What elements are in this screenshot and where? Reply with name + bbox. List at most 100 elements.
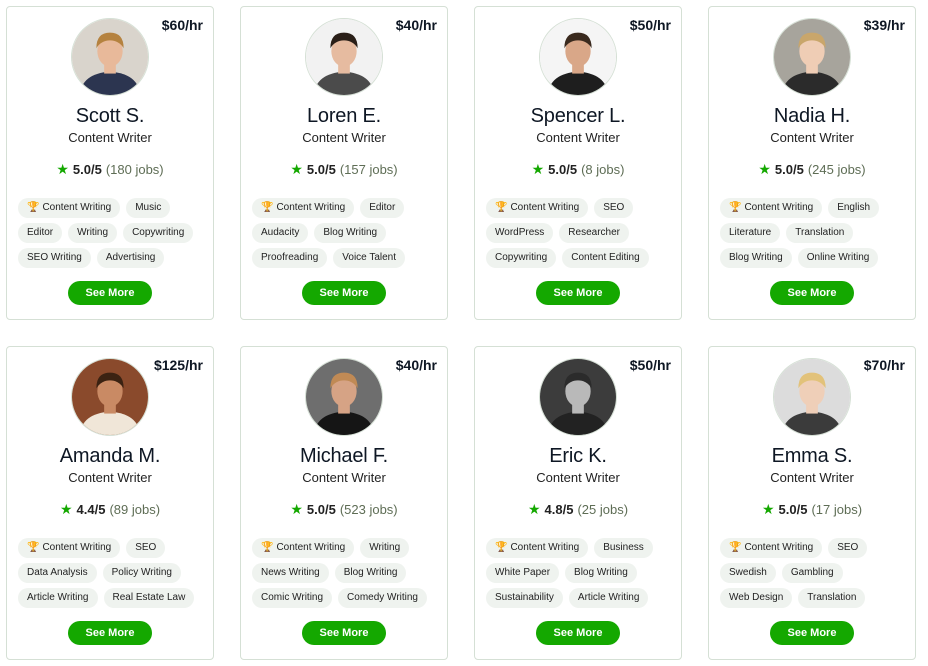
see-more-button[interactable]: See More xyxy=(536,621,620,645)
skill-tag[interactable]: 🏆 Content Writing xyxy=(720,537,823,558)
skill-tag[interactable]: Literature xyxy=(720,222,781,243)
skill-tag-label: Article Writing xyxy=(577,592,640,603)
skill-tag-label: Writing xyxy=(369,542,401,553)
skill-tag[interactable]: Online Writing xyxy=(797,247,879,268)
skill-tag[interactable]: Blog Writing xyxy=(314,222,387,243)
skill-tag[interactable]: Blog Writing xyxy=(720,247,792,268)
avatar[interactable] xyxy=(305,358,383,436)
skill-tag-label: Real Estate Law xyxy=(112,592,186,603)
avatar[interactable] xyxy=(773,18,851,96)
avatar[interactable] xyxy=(539,18,617,96)
skill-tag[interactable]: Proofreading xyxy=(252,247,328,268)
skill-tag[interactable]: Editor xyxy=(18,222,63,243)
avatar[interactable] xyxy=(71,18,149,96)
tag-row: Proofreading Voice Talent xyxy=(252,245,438,270)
freelancer-name[interactable]: Eric K. xyxy=(475,445,681,468)
freelancer-name[interactable]: Scott S. xyxy=(7,105,213,128)
skill-tag[interactable]: Music xyxy=(126,197,171,218)
freelancer-name[interactable]: Loren E. xyxy=(241,105,447,128)
skill-tag[interactable]: Editor xyxy=(360,197,405,218)
freelancer-name[interactable]: Spencer L. xyxy=(475,105,681,128)
skill-tag[interactable]: Real Estate Law xyxy=(103,587,195,608)
avatar[interactable] xyxy=(539,358,617,436)
skill-tag[interactable]: 🏆 Content Writing xyxy=(252,537,355,558)
skill-tag[interactable]: Web Design xyxy=(720,587,793,608)
skill-tag[interactable]: 🏆 Content Writing xyxy=(486,197,589,218)
rating-score: 4.8/5 xyxy=(544,502,574,517)
freelancer-card[interactable]: $39/hr Nadia H. Content Writer ★ 5.0/5 (24… xyxy=(708,6,916,320)
rating: ★ 5.0/5 (245 jobs) xyxy=(709,161,915,178)
freelancer-name[interactable]: Nadia H. xyxy=(709,105,915,128)
skill-tag[interactable]: 🏆 Content Writing xyxy=(486,537,589,558)
avatar[interactable] xyxy=(773,358,851,436)
freelancer-card[interactable]: $60/hr Scott S. Content Writer ★ 5.0/5 (18… xyxy=(6,6,214,320)
skill-tag[interactable]: Blog Writing xyxy=(565,562,637,583)
skill-tag[interactable]: Copywriting xyxy=(486,247,557,268)
star-icon: ★ xyxy=(290,161,303,177)
jobs-count: (8 jobs) xyxy=(581,162,625,177)
avatar[interactable] xyxy=(71,358,149,436)
skill-tag[interactable]: 🏆 Content Writing xyxy=(252,197,355,218)
tag-row: Editor Writing Copywriting xyxy=(18,220,204,245)
skill-tag[interactable]: 🏆 Content Writing xyxy=(720,197,823,218)
freelancer-card[interactable]: $40/hr Loren E. Content Writer ★ 5.0/5 (15… xyxy=(240,6,448,320)
skill-tag[interactable]: SEO xyxy=(594,197,634,218)
skill-tag[interactable]: Researcher xyxy=(559,222,629,243)
skill-tag[interactable]: SEO Writing xyxy=(18,247,91,268)
hourly-rate: $70/hr xyxy=(863,357,905,373)
freelancer-card[interactable]: $40/hr Michael F. Content Writer ★ 5.0/5(… xyxy=(240,346,448,660)
skill-tag[interactable]: White Paper xyxy=(486,562,560,583)
skill-tag[interactable]: Comedy Writing xyxy=(338,587,427,608)
see-more-button[interactable]: See More xyxy=(302,621,386,645)
skill-tags: 🏆 Content Writing Writing News Writing Blog … xyxy=(252,535,438,610)
skill-tag[interactable]: SEO xyxy=(828,537,868,558)
skill-tag-label: SEO xyxy=(135,542,157,553)
skill-tag[interactable]: Business xyxy=(594,537,653,558)
job-title: Content Writer xyxy=(536,470,620,485)
skill-tag-label: Business xyxy=(603,542,644,553)
job-title: Content Writer xyxy=(68,470,152,485)
skill-tag[interactable]: Blog Writing xyxy=(334,562,407,583)
skill-tag[interactable]: Policy Writing xyxy=(102,562,181,583)
skill-tag[interactable]: Gambling xyxy=(781,562,843,583)
skill-tag[interactable]: Voice Talent xyxy=(333,247,406,268)
skill-tag[interactable]: Content Editing xyxy=(562,247,649,268)
skill-tag[interactable]: Data Analysis xyxy=(18,562,97,583)
skill-tag[interactable]: News Writing xyxy=(252,562,329,583)
avatar[interactable] xyxy=(305,18,383,96)
skill-tag[interactable]: Advertising xyxy=(96,247,165,268)
freelancer-name[interactable]: Emma S. xyxy=(709,445,915,468)
skill-tag[interactable]: Audacity xyxy=(252,222,309,243)
skill-tag[interactable]: Translation xyxy=(786,222,854,243)
see-more-button[interactable]: See More xyxy=(770,621,854,645)
skill-tag[interactable]: Swedish xyxy=(720,562,776,583)
skill-tag[interactable]: Translation xyxy=(798,587,866,608)
skill-tag[interactable]: Writing xyxy=(360,537,410,558)
skill-tag[interactable]: Sustainability xyxy=(486,587,563,608)
skill-tag[interactable]: Comic Writing xyxy=(252,587,333,608)
skill-tag[interactable]: 🏆 Content Writing xyxy=(18,537,121,558)
skill-tag[interactable]: Writing xyxy=(68,222,118,243)
see-more-button[interactable]: See More xyxy=(68,621,152,645)
job-title: Content Writer xyxy=(68,130,152,145)
skill-tag[interactable]: WordPress xyxy=(486,222,554,243)
skill-tag[interactable]: Copywriting xyxy=(123,222,194,243)
freelancer-card[interactable]: $125/hr Amanda M. Content Writer ★ 4.4/5(… xyxy=(6,346,214,660)
skill-tag[interactable]: English xyxy=(828,197,880,218)
see-more-button[interactable]: See More xyxy=(770,281,854,305)
freelancer-card[interactable]: $70/hr Emma S. Content Writer ★ 5.0/5 (17 … xyxy=(708,346,916,660)
skill-tag-label: Policy Writing xyxy=(111,567,172,578)
skill-tag[interactable]: Article Writing xyxy=(18,587,98,608)
skill-tag[interactable]: 🏆 Content Writing xyxy=(18,197,121,218)
see-more-button[interactable]: See More xyxy=(536,281,620,305)
tag-row: 🏆 Content Writing Writing xyxy=(252,535,438,560)
freelancer-name[interactable]: Amanda M. xyxy=(7,445,213,468)
freelancer-card[interactable]: $50/hr Eric K. Content Writer ★ 4.8/5 (25 … xyxy=(474,346,682,660)
freelancer-name[interactable]: Michael F. xyxy=(241,445,447,468)
see-more-button[interactable]: See More xyxy=(302,281,386,305)
freelancer-card[interactable]: $50/hr Spencer L. Content Writer ★ 5.0/5(… xyxy=(474,6,682,320)
see-more-button[interactable]: See More xyxy=(68,281,152,305)
star-icon: ★ xyxy=(59,501,73,517)
skill-tag[interactable]: Article Writing xyxy=(568,587,649,608)
skill-tag[interactable]: SEO xyxy=(126,537,166,558)
